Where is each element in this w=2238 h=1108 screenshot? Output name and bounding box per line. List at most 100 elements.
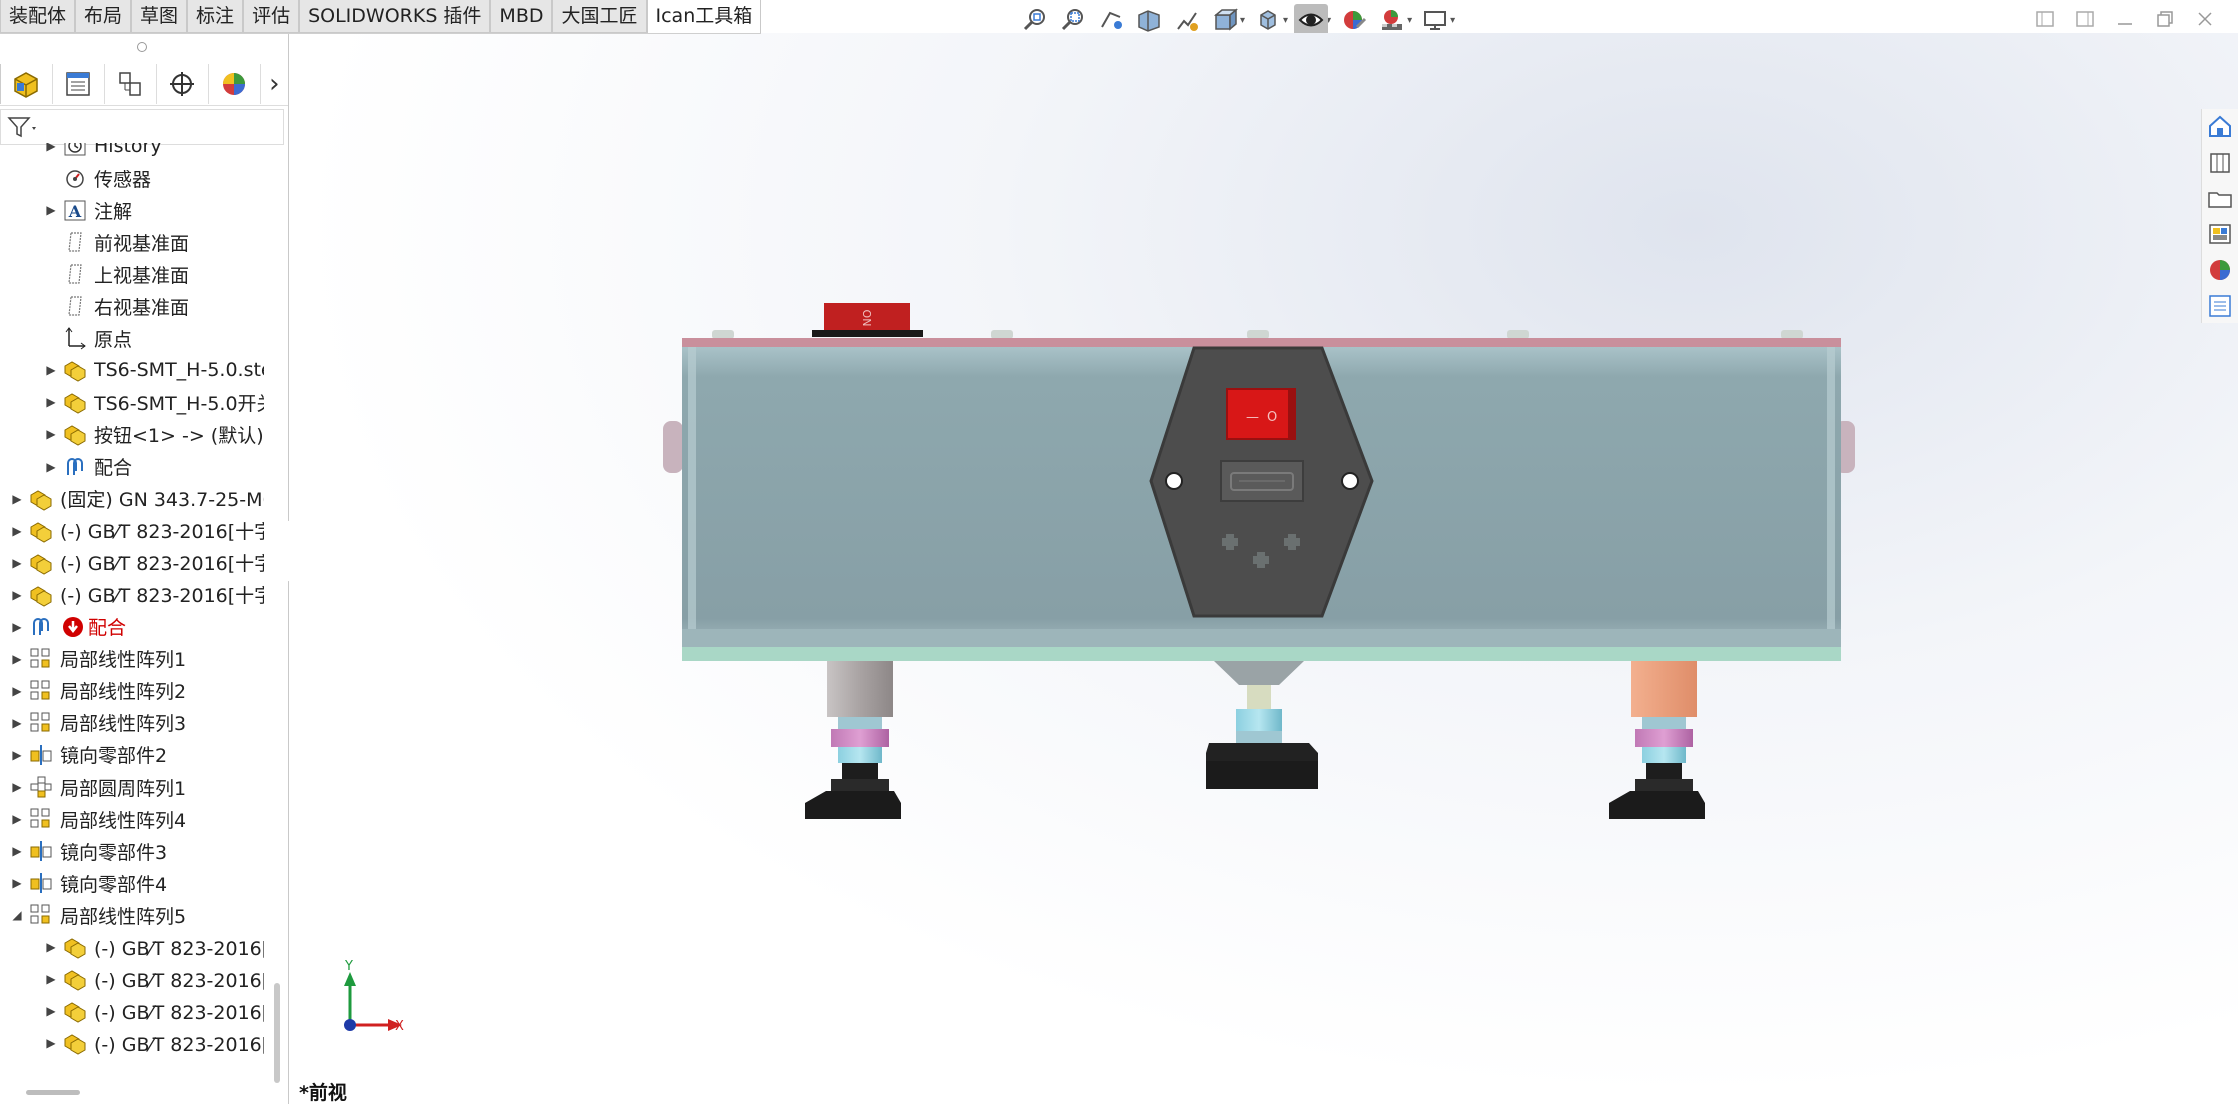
zoom-to-fit-icon[interactable] <box>1018 4 1052 36</box>
tab-3[interactable]: 标注 <box>187 0 244 33</box>
solidworks-resources-icon[interactable] <box>2204 111 2236 141</box>
feature-manager-tab[interactable] <box>0 64 53 104</box>
restore-left-icon[interactable] <box>2032 6 2058 32</box>
collapse-arrow-icon[interactable]: ◢ <box>10 900 24 930</box>
tree-item[interactable]: ▶ 局部线性阵列4 <box>0 804 264 834</box>
tree-item[interactable]: ▶ (-) GB⁄T 823-2016[十字 <box>0 932 264 962</box>
restore-icon[interactable] <box>2152 6 2178 32</box>
graphics-viewport[interactable]: ON — O <box>289 33 2238 1104</box>
tab-0[interactable]: 装配体 <box>0 0 76 33</box>
tab-6[interactable]: MBD <box>490 0 553 33</box>
tree-item[interactable]: ▶ 镜向零部件4 <box>0 868 264 898</box>
file-explorer-icon[interactable] <box>2204 183 2236 213</box>
expand-arrow-icon[interactable]: ▶ <box>10 644 24 674</box>
tree-item[interactable]: ▶ (-) GB⁄T 823-2016[十字 <box>0 964 264 994</box>
tree-item[interactable]: ▶ A 注解 <box>0 195 264 225</box>
part-icon <box>28 550 54 576</box>
tree-item[interactable]: ▶ 镜向零部件2 <box>0 740 264 770</box>
expand-arrow-icon[interactable]: ▶ <box>10 676 24 706</box>
tab-5[interactable]: SOLIDWORKS 插件 <box>299 0 491 33</box>
tree-item-label: 局部线性阵列3 <box>60 713 187 736</box>
expand-arrow-icon[interactable]: ▶ <box>44 996 58 1026</box>
property-manager-tab[interactable] <box>53 64 105 104</box>
previous-view-icon[interactable] <box>1094 4 1128 36</box>
expand-arrow-icon[interactable]: ▶ <box>44 932 58 962</box>
tree-filter[interactable] <box>0 109 284 145</box>
expand-arrow-icon[interactable]: ▶ <box>44 143 58 161</box>
apply-scene-icon[interactable] <box>1375 4 1409 36</box>
tree-item[interactable]: ▶ (-) GB⁄T 823-2016[十字 <box>0 548 264 578</box>
display-style-icon[interactable] <box>1251 4 1285 36</box>
expand-arrow-icon[interactable]: ▶ <box>10 612 24 642</box>
tree-item[interactable]: ▶ TS6-SMT_H-5.0开关 <box>0 387 264 417</box>
tree-item[interactable]: ▶ 镜向零部件3 <box>0 836 264 866</box>
tree-item[interactable]: ▶ (-) GB⁄T 823-2016[十字 <box>0 580 264 610</box>
close-icon[interactable] <box>2192 6 2218 32</box>
vertical-scrollbar[interactable] <box>274 983 280 1083</box>
tree-item[interactable]: 传感器 <box>0 163 264 193</box>
tab-4[interactable]: 评估 <box>243 0 300 33</box>
expand-arrow-icon[interactable]: ▶ <box>10 772 24 802</box>
view-settings-icon[interactable] <box>1418 4 1452 36</box>
tree-item[interactable]: ▶ 配合 <box>0 612 264 642</box>
view-palette-icon[interactable] <box>2204 219 2236 249</box>
edit-appearance-icon[interactable] <box>1337 4 1371 36</box>
panel-grip-icon[interactable] <box>137 42 147 52</box>
expand-arrow-icon[interactable]: ▶ <box>10 484 24 514</box>
tree-item[interactable]: ▶ (-) GB⁄T 823-2016[十字 <box>0 996 264 1026</box>
tree-item[interactable]: ▶ History <box>0 143 264 161</box>
expand-arrow-icon[interactable]: ▶ <box>10 836 24 866</box>
expand-arrow-icon[interactable]: ▶ <box>44 1028 58 1058</box>
custom-properties-icon[interactable] <box>2204 291 2236 321</box>
expand-arrow-icon[interactable]: ▶ <box>10 804 24 834</box>
expand-arrow-icon[interactable]: ▶ <box>44 964 58 994</box>
tree-item[interactable]: ▶ (-) GB⁄T 823-2016[十字 <box>0 516 264 546</box>
expand-arrow-icon[interactable]: ▶ <box>44 195 58 225</box>
tab-1[interactable]: 布局 <box>75 0 132 33</box>
tree-item[interactable]: ▶ TS6-SMT_H-5.0.step <box>0 355 264 385</box>
section-view-icon[interactable] <box>1132 4 1166 36</box>
tab-8[interactable]: Ican工具箱 <box>646 0 762 33</box>
zoom-area-icon[interactable] <box>1056 4 1090 36</box>
tree-item[interactable]: 原点 <box>0 323 264 353</box>
dynamic-annotation-icon[interactable] <box>1170 4 1204 36</box>
hide-show-items-icon[interactable] <box>1294 4 1329 36</box>
tree-item[interactable]: ▶ (-) GB⁄T 823-2016[十字 <box>0 1028 264 1058</box>
expand-arrow-icon[interactable]: ▶ <box>10 516 24 546</box>
display-manager-tab[interactable] <box>209 64 261 104</box>
part-icon <box>62 966 88 992</box>
tree-item[interactable]: ▶ 局部线性阵列1 <box>0 644 264 674</box>
appearances-icon[interactable] <box>2204 255 2236 285</box>
svg-text:A: A <box>68 202 82 221</box>
tree-item[interactable]: ▶ 局部线性阵列2 <box>0 676 264 706</box>
tree-item[interactable]: ▶ 局部线性阵列3 <box>0 708 264 738</box>
tree-item[interactable]: 前视基准面 <box>0 227 264 257</box>
expand-arrow-icon[interactable]: ▶ <box>44 387 58 417</box>
tree-item[interactable]: ▶ 按钮<1> -> (默认) <box>0 419 264 449</box>
more-tabs-chevron-icon[interactable]: › <box>261 64 288 104</box>
expand-arrow-icon[interactable]: ▶ <box>10 740 24 770</box>
dimxpert-manager-tab[interactable] <box>157 64 209 104</box>
tree-item[interactable]: ▶ 配合 <box>0 452 264 482</box>
tree-item[interactable]: 上视基准面 <box>0 259 264 289</box>
expand-arrow-icon[interactable]: ▶ <box>10 580 24 610</box>
view-orientation-icon[interactable] <box>1208 4 1242 36</box>
tree-item[interactable]: ◢ 局部线性阵列5 <box>0 900 264 930</box>
tree-item[interactable]: ▶ (固定) GN 343.7-25-M6 <box>0 484 264 514</box>
expand-arrow-icon[interactable]: ▶ <box>10 548 24 578</box>
configuration-manager-tab[interactable] <box>105 64 157 104</box>
tab-2[interactable]: 草图 <box>131 0 188 33</box>
expand-arrow-icon[interactable]: ▶ <box>44 419 58 449</box>
tree-item[interactable]: 右视基准面 <box>0 291 264 321</box>
tab-7[interactable]: 大国工匠 <box>552 0 647 33</box>
design-library-icon[interactable] <box>2204 147 2236 177</box>
minimize-icon[interactable] <box>2112 6 2138 32</box>
restore-right-icon[interactable] <box>2072 6 2098 32</box>
expand-arrow-icon[interactable]: ▶ <box>10 708 24 738</box>
expand-arrow-icon[interactable]: ▶ <box>44 452 58 482</box>
tree-item[interactable]: ▶ 局部圆周阵列1 <box>0 772 264 802</box>
expand-arrow-icon[interactable]: ▶ <box>44 355 58 385</box>
top-stud <box>1247 330 1269 339</box>
expand-arrow-icon[interactable]: ▶ <box>10 868 24 898</box>
horizontal-scrollbar[interactable] <box>26 1090 80 1095</box>
